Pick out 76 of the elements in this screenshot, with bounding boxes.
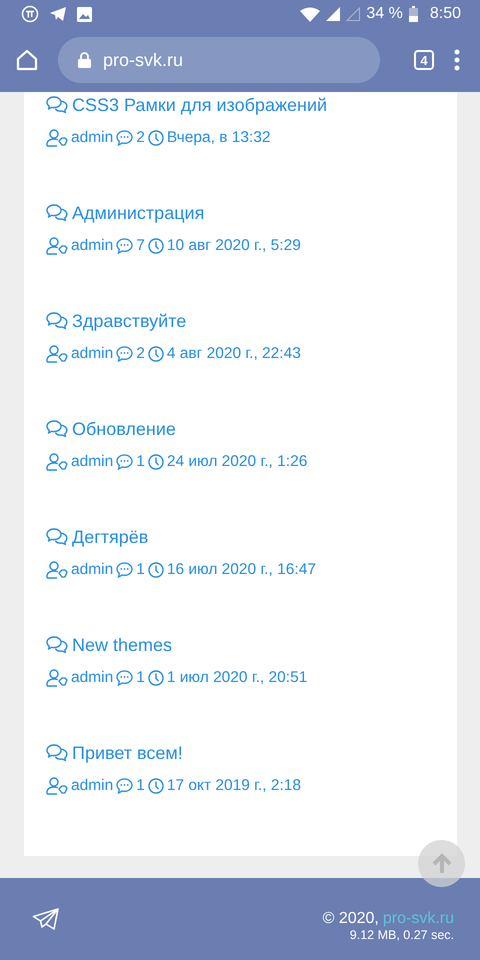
copyright-text: © 2020,	[322, 910, 379, 928]
comment-icon	[116, 670, 134, 686]
comments-icon	[46, 528, 68, 546]
paper-plane-icon[interactable]	[32, 907, 60, 931]
clock-icon	[148, 346, 164, 362]
comment-icon	[116, 130, 134, 146]
author-link[interactable]: admin	[71, 777, 114, 795]
post-date: 17 окт 2019 г., 2:18	[166, 777, 302, 795]
comments-icon	[46, 96, 68, 114]
menu-icon[interactable]	[454, 49, 460, 71]
comment-count: 1	[136, 561, 145, 579]
author-link[interactable]: admin	[71, 129, 114, 147]
comments-icon	[46, 312, 68, 330]
author-link[interactable]: admin	[71, 561, 114, 579]
arrow-up-icon	[430, 852, 452, 874]
battery-level: 34 %	[366, 5, 403, 23]
comments-icon	[46, 744, 68, 762]
clock-icon	[148, 130, 164, 146]
lock-icon	[78, 52, 91, 68]
post-date: 4 авг 2020 г., 22:43	[166, 345, 301, 363]
site-link[interactable]: pro-svk.ru	[382, 910, 454, 928]
user-icon	[46, 345, 68, 363]
post-date: Вчера, в 13:32	[166, 129, 271, 147]
author-link[interactable]: admin	[71, 345, 114, 363]
clock-icon	[148, 778, 164, 794]
post-title-link[interactable]: Обновление	[72, 418, 176, 440]
post-date: 16 июл 2020 г., 16:47	[166, 561, 316, 579]
url-text: pro-svk.ru	[103, 50, 184, 70]
signal-icon	[326, 7, 340, 21]
comment-icon	[116, 454, 134, 470]
author-link[interactable]: admin	[71, 237, 114, 255]
comment-count: 2	[136, 129, 145, 147]
clock-icon	[148, 454, 164, 470]
signal-icon	[346, 7, 360, 21]
clock: 8:50	[430, 5, 461, 23]
user-icon	[46, 777, 68, 795]
wifi-icon	[300, 6, 320, 22]
comment-icon	[116, 562, 134, 578]
comment-icon	[116, 346, 134, 362]
user-icon	[46, 237, 68, 255]
comment-count: 1	[136, 777, 145, 795]
comments-icon	[46, 204, 68, 222]
comment-count: 1	[136, 669, 145, 687]
comment-icon	[116, 778, 134, 794]
home-icon[interactable]	[16, 49, 38, 71]
post-title-link[interactable]: New themes	[72, 634, 172, 656]
clock-icon	[148, 238, 164, 254]
author-link[interactable]: admin	[71, 453, 114, 471]
post-title-link[interactable]: Привет всем!	[72, 742, 183, 764]
author-link[interactable]: admin	[71, 669, 114, 687]
comment-count: 7	[136, 237, 145, 255]
battery-icon	[408, 6, 418, 22]
tab-count-button[interactable]: 4	[414, 50, 434, 70]
comment-count: 2	[136, 345, 145, 363]
clock-icon	[148, 670, 164, 686]
address-bar[interactable]: pro-svk.ru	[58, 37, 380, 83]
post-title-link[interactable]: Дегтярёв	[72, 526, 148, 548]
comments-icon	[46, 636, 68, 654]
image-icon	[77, 6, 92, 22]
comment-icon	[116, 238, 134, 254]
page-stats: 9.12 MB, 0.27 sec.	[348, 928, 454, 942]
comment-count: 1	[136, 453, 145, 471]
paper-plane-icon	[49, 6, 67, 22]
post-date: 10 авг 2020 г., 5:29	[166, 237, 301, 255]
pi-icon	[21, 5, 39, 23]
user-icon	[46, 669, 68, 687]
user-icon	[46, 453, 68, 471]
user-icon	[46, 561, 68, 579]
user-icon	[46, 129, 68, 147]
post-date: 1 июл 2020 г., 20:51	[166, 669, 308, 687]
clock-icon	[148, 562, 164, 578]
post-title-link[interactable]: Администрация	[72, 202, 204, 224]
post-title-link[interactable]: CSS3 Рамки для изображений	[72, 94, 328, 116]
post-date: 24 июл 2020 г., 1:26	[166, 453, 308, 471]
comments-icon	[46, 420, 68, 438]
post-title-link[interactable]: Здравствуйте	[72, 310, 186, 332]
